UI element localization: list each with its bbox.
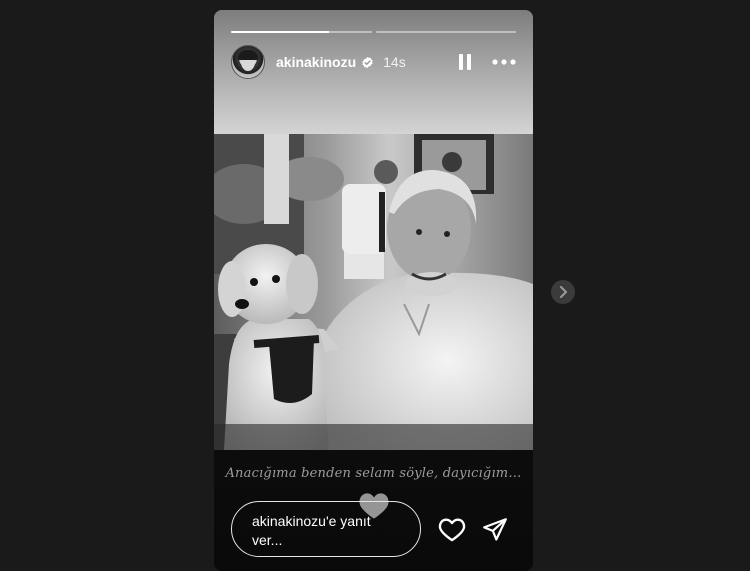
username-link[interactable]: akinakinozu	[276, 54, 356, 70]
progress-fill-1	[231, 31, 330, 33]
more-options-button[interactable]	[492, 52, 516, 72]
like-button[interactable]	[438, 516, 466, 542]
story-photo	[214, 134, 533, 450]
progress-segment-2	[375, 31, 516, 33]
story-photo-image	[214, 134, 533, 450]
verified-badge-icon	[361, 56, 374, 69]
pause-button[interactable]	[455, 52, 475, 72]
pause-icon	[459, 54, 471, 70]
reply-input[interactable]: akinakinozu'e yanıt ver...	[231, 501, 421, 557]
story-timestamp: 14s	[383, 54, 406, 70]
story-progress-bar	[231, 31, 516, 33]
chevron-right-icon	[560, 286, 567, 298]
progress-segment-1	[231, 31, 372, 33]
avatar[interactable]	[231, 45, 265, 79]
share-button[interactable]	[482, 516, 508, 542]
story-caption: Anacığıma benden selam söyle, dayıcığım…	[225, 466, 522, 481]
avatar-hair	[238, 50, 258, 60]
story-header: akinakinozu 14s	[231, 45, 516, 79]
story-viewer-page: akinakinozu 14s Anacığıma benden selam s…	[0, 0, 750, 571]
story-card[interactable]: akinakinozu 14s Anacığıma benden selam s…	[214, 10, 533, 571]
next-story-button[interactable]	[551, 280, 575, 304]
send-icon	[483, 518, 507, 541]
more-icon	[492, 59, 516, 65]
heart-icon	[438, 518, 466, 542]
